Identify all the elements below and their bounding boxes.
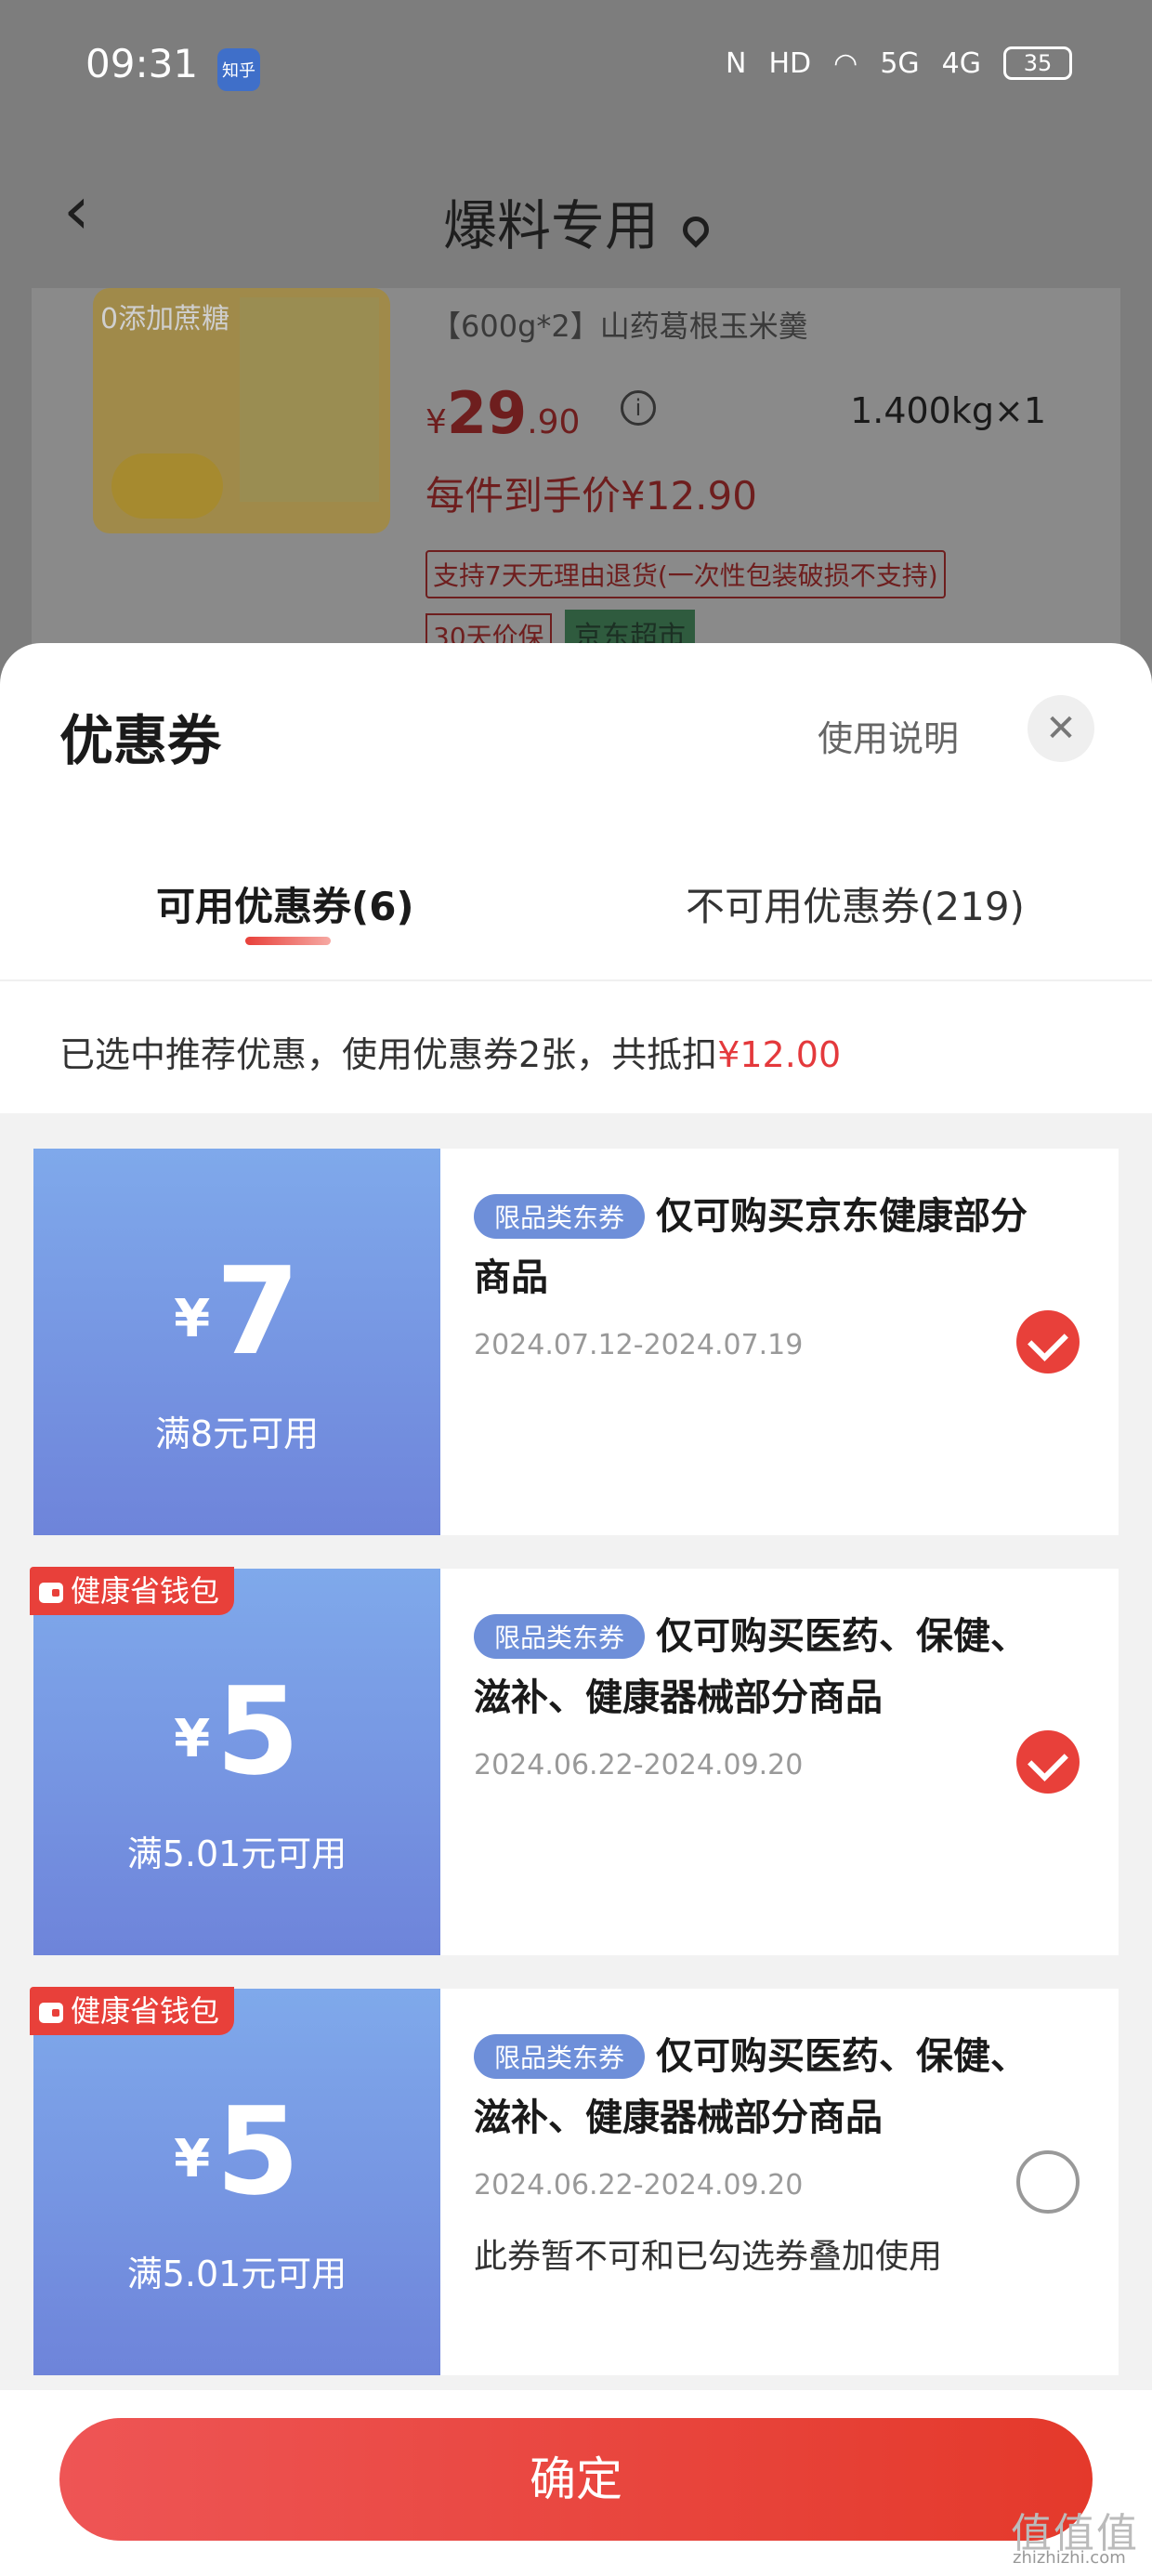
signal-5g-icon: 5G <box>880 46 920 80</box>
selection-summary: 已选中推荐优惠，使用优惠券2张，共抵扣¥12.00 <box>59 1026 841 1077</box>
nfc-icon: N <box>726 46 747 80</box>
coupon-card[interactable]: ¥5 满5.01元可用 健康省钱包 限品类东券 仅可购买医药、保健、滋补、健康器械… <box>28 1987 1119 2375</box>
product-name: 【600g*2】山药葛根玉米羹 <box>431 309 808 344</box>
wallet-icon <box>39 1583 63 1603</box>
status-icons: N HD ◠ 5G 4G 35 <box>726 46 1072 80</box>
summary-text: 已选中推荐优惠，使用优惠券2张，共抵扣 <box>59 1034 718 1075</box>
tab-indicator <box>245 937 331 945</box>
coupon-amount: ¥7 <box>174 1241 300 1382</box>
coupon-card[interactable]: ¥7 满8元可用 限品类东券 仅可购买京东健康部分商品 2024.07.12-20… <box>28 1149 1119 1535</box>
sheet-title: 优惠券 <box>59 709 222 772</box>
divider <box>0 979 1152 981</box>
coupon-condition: 满5.01元可用 <box>126 2254 347 2294</box>
signal-4g-icon: 4G <box>941 46 981 80</box>
page-title-text: 爆料专用 <box>442 194 659 257</box>
product-box-graphic <box>240 297 379 502</box>
checkmark-icon[interactable] <box>1016 1730 1080 1794</box>
location-pin-icon[interactable] <box>677 211 714 248</box>
coupon-sheet: 优惠券 使用说明 ✕ 可用优惠券(6) 不可用优惠券(219) 已选中推荐优惠，… <box>0 643 1152 2576</box>
coupon-details: 限品类东券 仅可购买京东健康部分商品 2024.07.12-2024.07.19 <box>474 1186 1031 1361</box>
unchecked-circle-icon[interactable] <box>1016 2150 1080 2214</box>
product-price: ¥29.90 <box>425 379 581 447</box>
coupon-list: ¥7 满8元可用 限品类东券 仅可购买京东健康部分商品 2024.07.12-20… <box>0 1113 1152 2390</box>
coupon-validity: 2024.07.12-2024.07.19 <box>474 1329 804 1361</box>
coupon-validity: 2024.06.22-2024.09.20 <box>474 2169 804 2201</box>
coupon-card[interactable]: ¥5 满5.01元可用 健康省钱包 限品类东券 仅可购买医药、保健、滋补、健康器械… <box>28 1567 1119 1955</box>
coupon-condition: 满5.01元可用 <box>126 1833 347 1874</box>
status-bar: 09:31 知乎 N HD ◠ 5G 4G 35 <box>0 0 1152 139</box>
checkmark-icon[interactable] <box>1016 1310 1080 1373</box>
zhihu-app-icon: 知乎 <box>217 48 260 91</box>
product-weight: 1.400kg×1 <box>850 390 1046 431</box>
coupon-value-panel: ¥5 满5.01元可用 <box>28 1569 440 1955</box>
coupon-details: 限品类东券 仅可购买医药、保健、滋补、健康器械部分商品 2024.06.22-20… <box>474 1606 1031 1781</box>
coupon-type-badge: 限品类东券 <box>474 1194 646 1239</box>
return-policy-badge: 支持7天无理由退货(一次性包装破损不支持) <box>425 550 946 598</box>
battery-icon: 35 <box>1003 46 1072 80</box>
product-image-tag: 0添加蔗糖 <box>100 303 230 335</box>
product-image: 0添加蔗糖 <box>93 288 390 533</box>
coupon-type-badge: 限品类东券 <box>474 1614 646 1659</box>
coupon-value-panel: ¥7 满8元可用 <box>28 1149 440 1535</box>
info-icon[interactable]: i <box>621 390 656 426</box>
nav-bar: ‹ 爆料专用 <box>0 139 1152 288</box>
coupon-details: 限品类东券 仅可购买医药、保健、滋补、健康器械部分商品 2024.06.22-20… <box>474 2026 1031 2278</box>
coupon-validity: 2024.06.22-2024.09.20 <box>474 1749 804 1781</box>
usage-help-link[interactable]: 使用说明 <box>818 710 959 761</box>
tab-available-coupons[interactable]: 可用优惠券(6) <box>156 875 414 932</box>
page-title: 爆料专用 <box>0 182 1152 260</box>
coupon-stack-note: 此券暂不可和已勾选券叠加使用 <box>474 2238 943 2276</box>
coupon-amount: ¥5 <box>174 2081 300 2222</box>
product-card: 0添加蔗糖 【600g*2】山药葛根玉米羹 ¥29.90 i 1.400kg×1… <box>32 288 1120 678</box>
confirm-button[interactable]: 确定 <box>59 2418 1093 2541</box>
hd-icon: HD <box>768 46 812 80</box>
coupon-type-badge: 限品类东券 <box>474 2034 646 2079</box>
tab-unavailable-coupons[interactable]: 不可用优惠券(219) <box>686 875 1025 932</box>
coupon-condition: 满8元可用 <box>154 1413 320 1454</box>
close-icon[interactable]: ✕ <box>1028 695 1094 762</box>
watermark-site: zhizhizhi.com <box>1013 2548 1126 2568</box>
wallet-icon <box>39 2003 63 2023</box>
coupon-amount: ¥5 <box>174 1661 300 1802</box>
summary-amount: ¥12.00 <box>717 1034 842 1075</box>
final-price: 每件到手价¥12.90 <box>425 473 757 519</box>
status-time: 09:31 <box>85 41 199 86</box>
corn-graphic <box>111 453 223 519</box>
wallet-tag: 健康省钱包 <box>30 1567 235 1615</box>
wifi-icon: ◠ <box>833 46 858 80</box>
coupon-value-panel: ¥5 满5.01元可用 <box>28 1989 440 2375</box>
wallet-tag: 健康省钱包 <box>30 1987 235 2035</box>
